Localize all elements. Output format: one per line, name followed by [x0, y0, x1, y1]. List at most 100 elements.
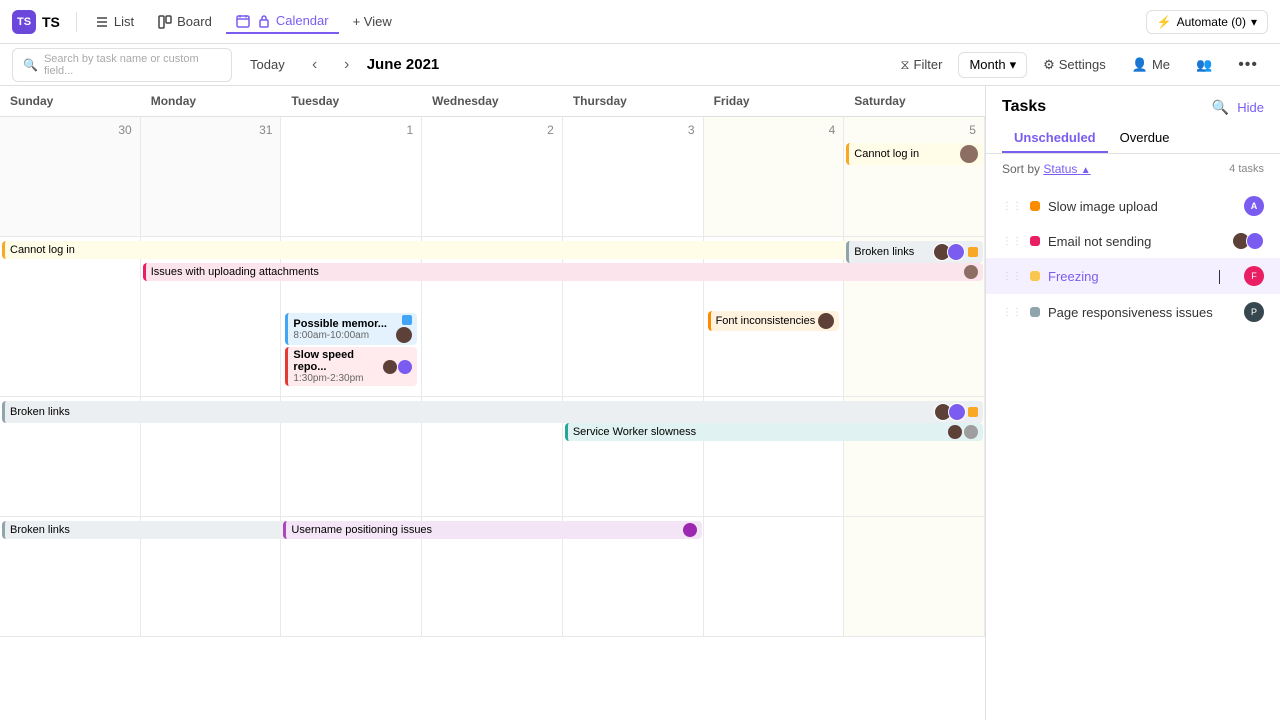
- hide-tasks-button[interactable]: Hide: [1237, 100, 1264, 115]
- tasks-count: 4 tasks: [1229, 163, 1264, 175]
- event-avatar: [818, 313, 834, 329]
- cell-jun-10[interactable]: 10: [563, 237, 704, 397]
- avatar-2: [1246, 232, 1264, 250]
- week-row-0: Cannot log in 30 31 1 2 3 4 5: [0, 117, 985, 237]
- sort-field-link[interactable]: Status ▲: [1043, 162, 1090, 176]
- event-cannot-log-in[interactable]: Cannot log in: [846, 143, 983, 165]
- logo-icon: TS: [12, 10, 36, 34]
- nav-add-view[interactable]: + View: [343, 10, 402, 33]
- day-num: [848, 521, 980, 525]
- event-font-inconsistencies[interactable]: Font inconsistencies: [708, 311, 840, 331]
- prev-month-button[interactable]: ‹: [303, 53, 327, 77]
- day-num: 30: [4, 121, 136, 139]
- task-item[interactable]: ⋮⋮ Slow image upload A: [986, 188, 1280, 224]
- automate-label: Automate (0): [1177, 15, 1246, 29]
- day-header-sun: Sunday: [0, 86, 141, 116]
- search-icon: 🔍: [23, 58, 38, 72]
- avatar-2: [947, 243, 965, 261]
- event-avatars: [934, 403, 966, 421]
- month-selector[interactable]: Month ▾: [958, 52, 1027, 78]
- next-month-button[interactable]: ›: [335, 53, 359, 77]
- task-name-link[interactable]: Freezing: [1048, 269, 1236, 284]
- nav-board[interactable]: Board: [148, 10, 222, 33]
- cell-jun-1[interactable]: 1: [281, 117, 422, 237]
- main-area: Sunday Monday Tuesday Wednesday Thursday…: [0, 86, 1280, 720]
- automate-button[interactable]: ⚡ Automate (0) ▾: [1146, 10, 1268, 34]
- filter-button[interactable]: ⧖ Filter: [890, 53, 952, 77]
- tab-unscheduled[interactable]: Unscheduled: [1002, 124, 1108, 153]
- search-box[interactable]: 🔍 Search by task name or custom field...: [12, 48, 232, 82]
- tasks-sort-bar: Sort by Status ▲ 4 tasks: [986, 154, 1280, 184]
- tasks-header: Tasks 🔍 Hide: [986, 86, 1280, 124]
- cell-jun-6[interactable]: 6: [0, 237, 141, 397]
- avatar-pair: [1232, 232, 1264, 250]
- event-username-positioning[interactable]: Username positioning issues: [283, 521, 701, 539]
- task-item[interactable]: ⋮⋮ Page responsiveness issues P: [986, 294, 1280, 330]
- cell-may-30[interactable]: 30: [0, 117, 141, 237]
- event-label: Broken links: [10, 524, 70, 536]
- event-possible-memory[interactable]: Possible memor... 8:00am-10:00am: [285, 313, 417, 345]
- event-avatars: [933, 243, 965, 261]
- cell-jun-5[interactable]: 5: [844, 117, 985, 237]
- automate-chevron-icon: ▾: [1251, 15, 1257, 29]
- event-service-worker[interactable]: Service Worker slowness: [565, 423, 983, 441]
- task-item[interactable]: ⋮⋮ Freezing F: [986, 258, 1280, 294]
- search-placeholder: Search by task name or custom field...: [44, 53, 221, 77]
- task-name: Slow image upload: [1048, 199, 1236, 214]
- week-row-1: Cannot log in Issues with uploading atta…: [0, 237, 985, 397]
- calendar-icon: [236, 14, 250, 28]
- task-avatar: F: [1244, 266, 1264, 286]
- settings-label: Settings: [1059, 57, 1106, 72]
- cell-jun-8[interactable]: 8 Possible memor... 8:00am-10:00am: [281, 237, 422, 397]
- day-header-thu: Thursday: [563, 86, 704, 116]
- event-issues-uploading[interactable]: Issues with uploading attachments: [143, 263, 983, 281]
- cell-jun-11[interactable]: 11 Font inconsistencies: [704, 237, 845, 397]
- search-tasks-icon[interactable]: 🔍: [1212, 99, 1229, 116]
- spanning-issues-wk1: Issues with uploading attachments: [141, 263, 985, 283]
- filter-label: Filter: [914, 57, 943, 72]
- tab-overdue[interactable]: Overdue: [1108, 124, 1182, 153]
- event-broken-links-wk2[interactable]: Broken links: [2, 401, 983, 423]
- settings-icon: ⚙: [1043, 57, 1055, 73]
- more-button[interactable]: •••: [1228, 52, 1268, 78]
- filter-icon: ⧖: [900, 57, 909, 73]
- priority-dot: [968, 407, 978, 417]
- cell-jun-26[interactable]: [844, 517, 985, 637]
- event-broken-links-wk1[interactable]: Broken links: [846, 241, 983, 263]
- nav-board-label: Board: [177, 14, 212, 29]
- event-label: Broken links: [854, 246, 914, 258]
- lock-icon: [257, 14, 271, 28]
- tasks-list: ⋮⋮ Slow image upload A ⋮⋮ Email not send…: [986, 184, 1280, 720]
- cell-jun-9[interactable]: 9: [422, 237, 563, 397]
- task-item[interactable]: ⋮⋮ Email not sending: [986, 224, 1280, 258]
- day-headers: Sunday Monday Tuesday Wednesday Thursday…: [0, 86, 985, 117]
- cell-jun-4[interactable]: 4: [704, 117, 845, 237]
- cell-may-31[interactable]: 31: [141, 117, 282, 237]
- users-button[interactable]: 👥: [1186, 53, 1222, 77]
- cell-jun-7[interactable]: 7: [141, 237, 282, 397]
- settings-button[interactable]: ⚙ Settings: [1033, 53, 1116, 77]
- cell-jun-3[interactable]: 3: [563, 117, 704, 237]
- event-time: 1:30pm-2:30pm: [293, 373, 383, 384]
- nav-list-label: List: [114, 14, 134, 29]
- task-status-dot: [1030, 307, 1040, 317]
- me-button[interactable]: 👤 Me: [1122, 53, 1180, 77]
- event-label: Service Worker slowness: [573, 426, 696, 438]
- event-title: Font inconsistencies: [716, 315, 816, 327]
- top-nav: TS TS List Board Calendar + View ⚡ Autom…: [0, 0, 1280, 44]
- task-name: Email not sending: [1048, 234, 1224, 249]
- event-cannot-log-in-wk1[interactable]: Cannot log in: [2, 241, 983, 259]
- nav-calendar[interactable]: Calendar: [226, 9, 339, 34]
- cell-jun-2[interactable]: 2: [422, 117, 563, 237]
- today-button[interactable]: Today: [240, 53, 295, 76]
- nav-list[interactable]: List: [85, 10, 144, 33]
- tasks-panel: Tasks 🔍 Hide Unscheduled Overdue Sort by…: [985, 86, 1280, 720]
- cell-jun-25[interactable]: [704, 517, 845, 637]
- toolbar-right: ⧖ Filter Month ▾ ⚙ Settings 👤 Me 👥 •••: [890, 52, 1268, 78]
- app-logo: TS TS: [12, 10, 60, 34]
- task-avatar: A: [1244, 196, 1264, 216]
- spanning-event-cannot-log-in-wk0: Cannot log in: [844, 143, 985, 167]
- event-slow-speed[interactable]: Slow speed repo... 1:30pm-2:30pm: [285, 347, 417, 386]
- avatar-2: [948, 403, 966, 421]
- event-dot: [402, 315, 412, 325]
